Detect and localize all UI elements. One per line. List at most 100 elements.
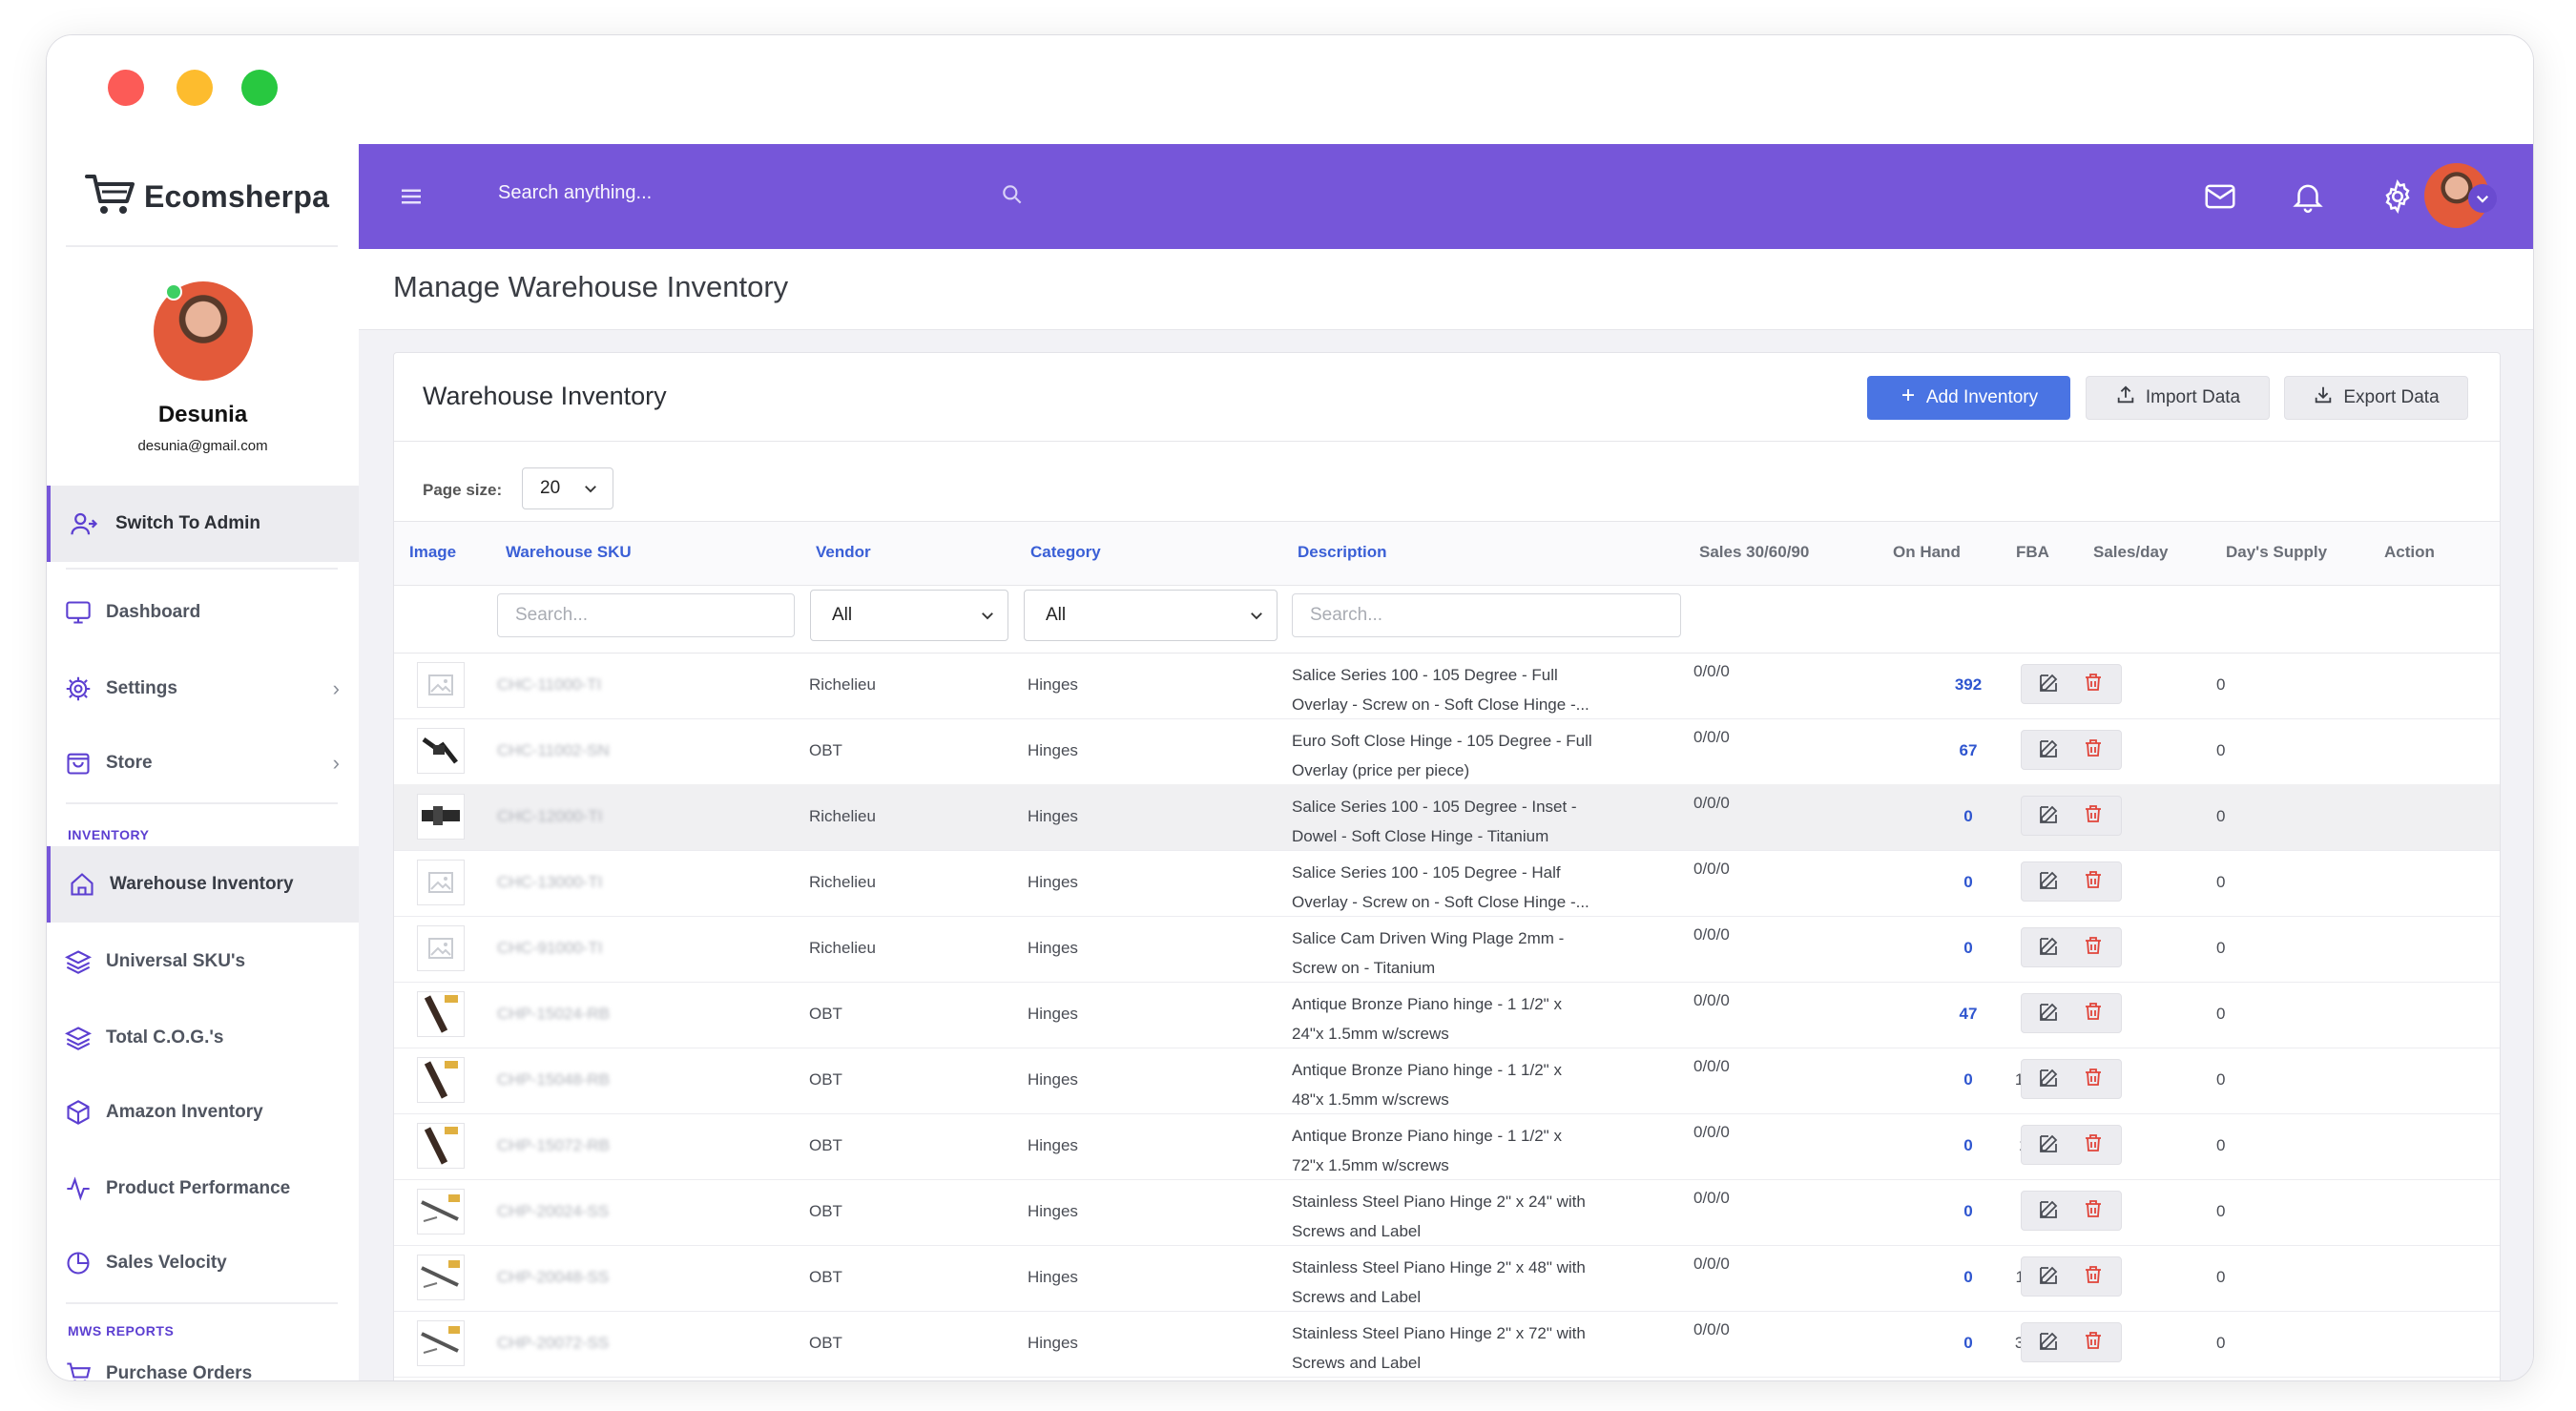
category-cell: Hinges xyxy=(1028,675,1078,694)
row-actions xyxy=(2021,1322,2122,1362)
product-thumbnail[interactable] xyxy=(417,1189,465,1235)
trash-icon[interactable] xyxy=(2082,1131,2105,1159)
table-row[interactable]: CHP-15072-RB OBT Hinges Antique Bronze P… xyxy=(394,1113,2500,1180)
page-size-label: Page size: xyxy=(423,481,503,499)
on-hand-link[interactable]: 392 xyxy=(1940,675,1997,695)
sidebar-item-settings[interactable]: Settings › xyxy=(47,655,359,722)
row-actions xyxy=(2021,664,2122,704)
col-description[interactable]: Description xyxy=(1298,543,1387,562)
table-row[interactable]: CHP-20072-SS OBT Hinges Stainless Steel … xyxy=(394,1311,2500,1378)
trash-icon[interactable] xyxy=(2082,1000,2105,1027)
vendor-filter-select[interactable]: All xyxy=(810,590,1008,641)
sku-search-input[interactable]: Search... xyxy=(497,593,795,637)
col-warehouse-sku[interactable]: Warehouse SKU xyxy=(506,543,632,562)
on-hand-link[interactable]: 0 xyxy=(1940,807,1997,826)
page-size-select[interactable]: 20 xyxy=(522,467,613,509)
search-input[interactable]: Search anything... xyxy=(498,182,652,204)
table-row[interactable]: CHP-15048-RB OBT Hinges Antique Bronze P… xyxy=(394,1048,2500,1114)
edit-icon[interactable] xyxy=(2038,934,2061,962)
sidebar-item-store[interactable]: Store › xyxy=(47,730,359,797)
table-row[interactable]: CHP-20024-SS OBT Hinges Stainless Steel … xyxy=(394,1179,2500,1246)
product-image-icon xyxy=(421,1260,460,1288)
trash-icon[interactable] xyxy=(2082,1066,2105,1093)
chevron-down-icon[interactable] xyxy=(2468,184,2497,213)
product-thumbnail[interactable] xyxy=(417,925,465,971)
maximize-window-button[interactable] xyxy=(241,70,278,106)
sidebar-item-total-cogs[interactable]: Total C.O.G.'s xyxy=(47,1005,359,1071)
trash-icon[interactable] xyxy=(2082,868,2105,896)
col-category[interactable]: Category xyxy=(1030,543,1101,562)
minimize-window-button[interactable] xyxy=(177,70,213,106)
export-data-button[interactable]: Export Data xyxy=(2284,376,2468,420)
vendor-cell: Richelieu xyxy=(809,675,876,694)
on-hand-link[interactable]: 0 xyxy=(1940,873,1997,892)
chevron-down-icon xyxy=(582,480,599,503)
sidebar-item-amazon-inventory[interactable]: Amazon Inventory xyxy=(47,1079,359,1146)
on-hand-link[interactable]: 0 xyxy=(1940,1268,1997,1287)
product-thumbnail[interactable] xyxy=(417,1255,465,1300)
trash-icon[interactable] xyxy=(2082,1197,2105,1225)
trash-icon[interactable] xyxy=(2082,737,2105,764)
col-image[interactable]: Image xyxy=(409,543,456,562)
brand-logo[interactable]: Ecomsherpa xyxy=(85,173,329,220)
edit-icon[interactable] xyxy=(2038,802,2061,830)
sidebar-item-dashboard[interactable]: Dashboard xyxy=(47,579,359,646)
table-row[interactable]: CHP-15024-RB OBT Hinges Antique Bronze P… xyxy=(394,982,2500,1048)
gear-icon[interactable] xyxy=(2379,178,2416,219)
sidebar-item-universal-skus[interactable]: Universal SKU's xyxy=(47,928,359,995)
col-vendor[interactable]: Vendor xyxy=(816,543,871,562)
product-thumbnail[interactable] xyxy=(417,1057,465,1103)
monitor-icon xyxy=(64,598,93,627)
on-hand-link[interactable]: 0 xyxy=(1940,1070,1997,1089)
add-inventory-button[interactable]: Add Inventory xyxy=(1867,376,2070,420)
on-hand-link[interactable]: 0 xyxy=(1940,1334,1997,1353)
on-hand-link[interactable]: 0 xyxy=(1940,1136,1997,1155)
edit-icon[interactable] xyxy=(2038,1131,2061,1159)
mail-icon[interactable] xyxy=(2202,178,2238,219)
product-thumbnail[interactable] xyxy=(417,860,465,905)
edit-icon[interactable] xyxy=(2038,1329,2061,1357)
close-window-button[interactable] xyxy=(108,70,144,106)
on-hand-link[interactable]: 0 xyxy=(1940,1202,1997,1221)
table-row[interactable]: CHC-91000-TI Richelieu Hinges Salice Cam… xyxy=(394,916,2500,983)
edit-icon[interactable] xyxy=(2038,737,2061,764)
trash-icon[interactable] xyxy=(2082,1329,2105,1357)
product-thumbnail[interactable] xyxy=(417,794,465,840)
table-row[interactable]: CHC-11002-SN OBT Hinges Euro Soft Close … xyxy=(394,718,2500,785)
trash-icon[interactable] xyxy=(2082,934,2105,962)
sidebar-item-sales-velocity[interactable]: Sales Velocity xyxy=(47,1230,359,1297)
table-row[interactable]: CHP-20048-SS OBT Hinges Stainless Steel … xyxy=(394,1245,2500,1312)
product-thumbnail[interactable] xyxy=(417,1320,465,1366)
edit-icon[interactable] xyxy=(2038,868,2061,896)
product-thumbnail[interactable] xyxy=(417,728,465,774)
description-search-input[interactable]: Search... xyxy=(1292,593,1681,637)
menu-toggle-icon[interactable] xyxy=(397,182,426,216)
table-row[interactable]: CHC-11000-TI Richelieu Hinges Salice Ser… xyxy=(394,653,2500,719)
edit-icon[interactable] xyxy=(2038,1000,2061,1027)
bell-icon[interactable] xyxy=(2290,178,2326,219)
on-hand-link[interactable]: 67 xyxy=(1940,741,1997,760)
trash-icon[interactable] xyxy=(2082,1263,2105,1291)
switch-to-admin-button[interactable]: Switch To Admin xyxy=(47,486,359,562)
sidebar-item-product-performance[interactable]: Product Performance xyxy=(47,1155,359,1222)
product-thumbnail[interactable] xyxy=(417,1123,465,1169)
sidebar-item-purchase-orders[interactable]: Purchase Orders xyxy=(47,1340,359,1380)
edit-icon[interactable] xyxy=(2038,1263,2061,1291)
table-row[interactable]: CHC-13000-TI Richelieu Hinges Salice Ser… xyxy=(394,850,2500,917)
sidebar-item-warehouse-inventory[interactable]: Warehouse Inventory xyxy=(47,846,359,923)
category-filter-select[interactable]: All xyxy=(1024,590,1278,641)
trash-icon[interactable] xyxy=(2082,671,2105,698)
edit-icon[interactable] xyxy=(2038,671,2061,698)
search-icon[interactable] xyxy=(1000,182,1025,212)
cart-logo-icon xyxy=(85,173,136,221)
import-data-button[interactable]: Import Data xyxy=(2086,376,2270,420)
on-hand-link[interactable]: 0 xyxy=(1940,939,1997,958)
on-hand-link[interactable]: 47 xyxy=(1940,1005,1997,1024)
trash-icon[interactable] xyxy=(2082,802,2105,830)
product-thumbnail[interactable] xyxy=(417,662,465,708)
edit-icon[interactable] xyxy=(2038,1066,2061,1093)
edit-icon[interactable] xyxy=(2038,1197,2061,1225)
col-sales-day: Sales/day xyxy=(2093,543,2169,561)
table-row[interactable]: CHC-12000-TI Richelieu Hinges Salice Ser… xyxy=(394,784,2500,851)
product-thumbnail[interactable] xyxy=(417,991,465,1037)
